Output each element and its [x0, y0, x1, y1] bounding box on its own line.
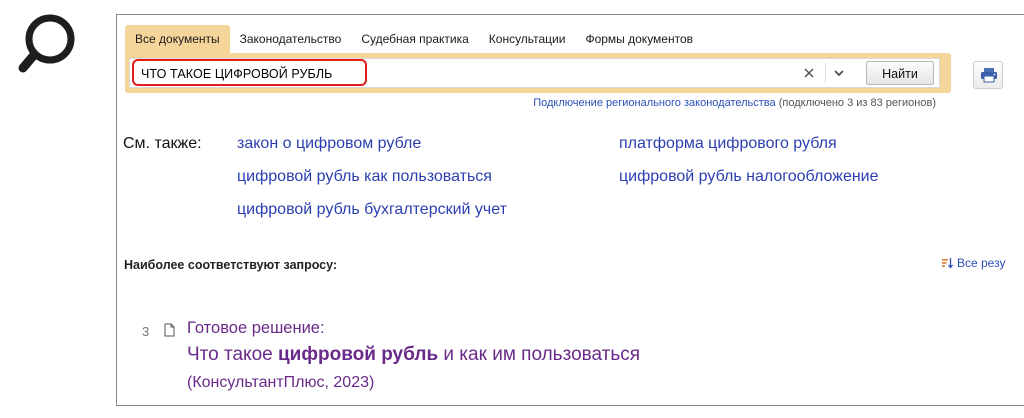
regional-legislation-link[interactable]: Подключение регионального законодательст…: [533, 97, 775, 109]
tab-consultations[interactable]: Консультации: [479, 25, 576, 53]
section-title: Наиболее соответствуют запросу:: [124, 258, 338, 272]
magnifier-icon: [18, 14, 75, 73]
see-also-link[interactable]: закон о цифровом рубле: [237, 135, 421, 153]
search-bar: ЧТО ТАКОЕ ЦИФРОВОЙ РУБЛЬ Найти: [125, 53, 951, 93]
all-results-label[interactable]: Все резу: [957, 256, 1005, 270]
chevron-down-icon[interactable]: [833, 68, 845, 78]
result-title-end[interactable]: и как им пользоваться: [438, 344, 640, 365]
tab-bar: Все документы Законодательство Судебная …: [125, 25, 703, 53]
tab-legislation[interactable]: Законодательство: [230, 25, 352, 53]
search-window: Все документы Законодательство Судебная …: [116, 14, 1024, 406]
input-divider: [825, 63, 826, 83]
search-input[interactable]: ЧТО ТАКОЕ ЦИФРОВОЙ РУБЛЬ Найти: [129, 58, 940, 88]
tab-court-practice[interactable]: Судебная практика: [351, 25, 478, 53]
find-button[interactable]: Найти: [866, 61, 934, 85]
result-number: 3: [142, 324, 150, 339]
printer-icon: [981, 68, 997, 83]
see-also-link[interactable]: цифровой рубль бухгалтерский учет: [237, 201, 507, 219]
regional-status: (подключено 3 из 83 регионов): [775, 97, 936, 109]
see-also-link[interactable]: цифровой рубль налогообложение: [619, 168, 879, 186]
see-also-link[interactable]: платформа цифрового рубля: [619, 135, 837, 153]
tab-document-forms[interactable]: Формы документов: [575, 25, 703, 53]
print-button[interactable]: [973, 61, 1003, 89]
see-also-label: См. также:: [123, 135, 202, 152]
regional-legislation-note: Подключение регионального законодательст…: [533, 97, 936, 109]
result-title-link[interactable]: Что такое цифровой рубль и как им пользо…: [187, 344, 640, 366]
tab-all-documents[interactable]: Все документы: [125, 25, 230, 53]
result-title-bold[interactable]: цифровой рубль: [278, 344, 438, 365]
result-source: (КонсультантПлюс, 2023): [187, 374, 375, 391]
close-icon[interactable]: [802, 66, 816, 80]
result-title-start[interactable]: Что такое: [187, 344, 278, 365]
sort-icon: [942, 258, 953, 269]
search-query-text[interactable]: ЧТО ТАКОЕ ЦИФРОВОЙ РУБЛЬ: [141, 67, 332, 81]
result-kind[interactable]: Готовое решение:: [187, 319, 325, 338]
see-also-link[interactable]: цифровой рубль как пользоваться: [237, 168, 492, 186]
document-icon: [164, 323, 175, 337]
all-results-link[interactable]: Все резу: [941, 256, 1005, 270]
